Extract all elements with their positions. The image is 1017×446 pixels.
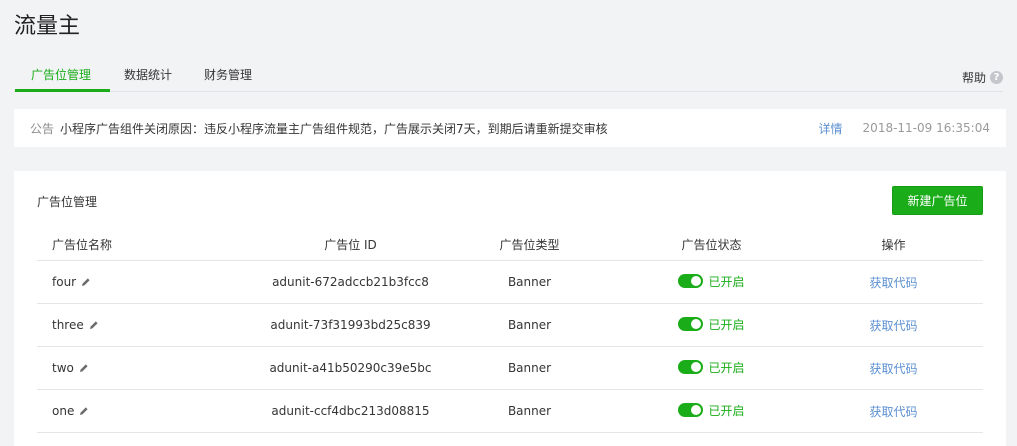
tab-bar: 广告位管理 数据统计 财务管理 帮助 ? <box>14 58 1003 92</box>
status-text: 已开启 <box>708 317 745 332</box>
status-toggle[interactable] <box>678 360 704 375</box>
ad-unit-name: one <box>52 404 75 418</box>
pencil-icon[interactable] <box>81 277 91 287</box>
status-text: 已开启 <box>708 274 745 289</box>
table-row: one adunit-ccf4dbc213d08815 Banner 已开启 获… <box>37 390 983 433</box>
page-title: 流量主 <box>14 14 81 39</box>
ad-unit-id: adunit-672adccb21b3fcc8 <box>272 275 429 289</box>
header-action: 操作 <box>881 237 906 252</box>
ad-unit-name: two <box>52 361 74 375</box>
status-text: 已开启 <box>708 360 745 375</box>
help-label: 帮助 <box>961 71 986 85</box>
help-link[interactable]: 帮助 ? <box>962 69 1003 86</box>
table-row: four adunit-672adccb21b3fcc8 Banner 已开启 … <box>37 261 983 304</box>
get-code-link[interactable]: 获取代码 <box>869 319 917 333</box>
notice-timestamp: 2018-11-09 16:35:04 <box>862 121 990 135</box>
pencil-icon[interactable] <box>79 406 89 416</box>
pencil-icon[interactable] <box>89 320 99 330</box>
header-type: 广告位类型 <box>499 237 560 252</box>
new-ad-unit-button[interactable]: 新建广告位 <box>892 186 983 215</box>
tab-data-statistics[interactable]: 数据统计 <box>124 68 172 92</box>
ad-unit-id: adunit-ccf4dbc213d08815 <box>271 404 430 418</box>
tab-ad-unit-management[interactable]: 广告位管理 <box>14 68 111 92</box>
ad-unit-type: Banner <box>507 318 552 332</box>
get-code-link[interactable]: 获取代码 <box>869 405 917 419</box>
pencil-icon[interactable] <box>79 363 89 373</box>
status-toggle[interactable] <box>678 274 704 289</box>
status-toggle[interactable] <box>678 317 704 332</box>
get-code-link[interactable]: 获取代码 <box>869 276 917 290</box>
card-title: 广告位管理 <box>37 195 98 209</box>
header-id: 广告位 ID <box>324 237 377 252</box>
notice-text: 小程序广告组件关闭原因：违反小程序流量主广告组件规范，广告展示关闭7天，到期后请… <box>60 121 608 136</box>
notice-label: 公告 <box>30 121 55 136</box>
ad-unit-name: four <box>52 275 77 289</box>
notice-bar: 公告 小程序广告组件关闭原因：违反小程序流量主广告组件规范，广告展示关闭7天，到… <box>14 109 1006 147</box>
ad-unit-id: adunit-73f31993bd25c839 <box>270 318 431 332</box>
ad-unit-type: Banner <box>507 404 552 418</box>
ad-unit-card: 广告位管理 新建广告位 广告位名称 广告位 ID 广告位类型 广告位状态 操作 … <box>14 171 1006 446</box>
ad-unit-table: 广告位名称 广告位 ID 广告位类型 广告位状态 操作 four adunit-… <box>37 228 983 433</box>
status-toggle[interactable] <box>678 403 704 418</box>
tab-finance-management[interactable]: 财务管理 <box>204 68 252 92</box>
table-row: three adunit-73f31993bd25c839 Banner 已开启… <box>37 304 983 347</box>
ad-unit-name: three <box>52 318 84 332</box>
table-row: two adunit-a41b50290c39e5bc Banner 已开启 获… <box>37 347 983 390</box>
header-name: 广告位名称 <box>52 237 113 252</box>
get-code-link[interactable]: 获取代码 <box>869 362 917 376</box>
status-text: 已开启 <box>708 403 745 418</box>
header-status: 广告位状态 <box>681 237 742 252</box>
ad-unit-type: Banner <box>507 275 552 289</box>
question-circle-icon: ? <box>990 71 1003 84</box>
ad-unit-id: adunit-a41b50290c39e5bc <box>269 361 432 375</box>
notice-details-link[interactable]: 详情 <box>819 120 843 137</box>
ad-unit-type: Banner <box>507 361 552 375</box>
table-header: 广告位名称 广告位 ID 广告位类型 广告位状态 操作 <box>37 228 983 261</box>
